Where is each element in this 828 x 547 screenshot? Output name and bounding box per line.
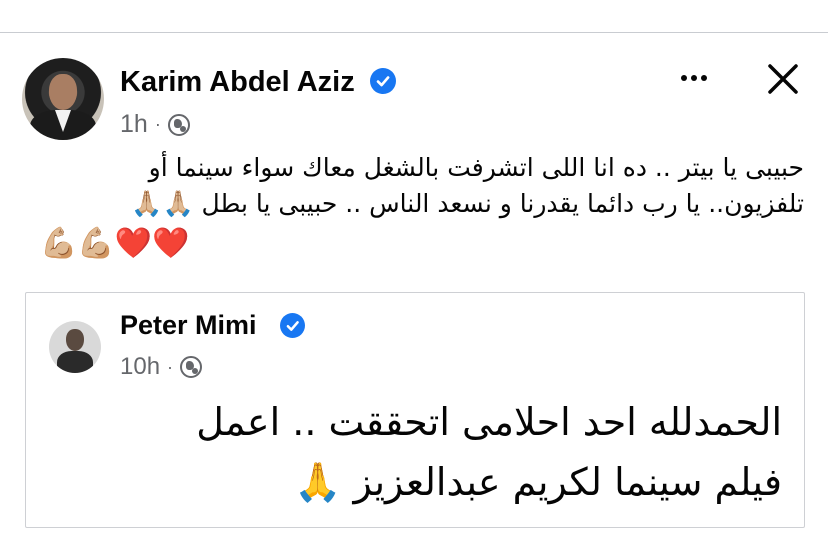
close-icon[interactable] xyxy=(764,60,802,98)
more-options-icon[interactable] xyxy=(676,62,712,94)
shared-text-line: الحمدلله احد احلامى اتحققت .. اعمل xyxy=(196,400,782,444)
avatar-face-shape xyxy=(49,74,77,110)
post-text: حبيبى يا بيتر .. ده انا اللى اتشرفت بالش… xyxy=(40,150,804,222)
post-text-line: حبيبى يا بيتر .. ده انا اللى اتشرفت بالش… xyxy=(148,153,804,182)
meta-separator: · xyxy=(167,356,174,377)
globe-icon[interactable] xyxy=(180,356,203,378)
more-dot xyxy=(681,75,687,81)
more-dot xyxy=(701,75,707,81)
top-separator-bar xyxy=(0,0,828,33)
post-text-line: تلفزيون.. يا رب دائما يقدرنا و نسعد النا… xyxy=(131,189,804,218)
meta-separator: · xyxy=(154,114,161,134)
shared-post-meta: 10h · xyxy=(120,353,203,381)
shared-author-avatar[interactable] xyxy=(49,321,101,373)
verified-badge-icon xyxy=(370,68,396,94)
shared-author-name[interactable]: Peter Mimi xyxy=(120,310,257,341)
post-timestamp[interactable]: 1h xyxy=(120,110,148,139)
verified-badge-icon xyxy=(280,313,305,338)
more-dot xyxy=(691,75,697,81)
author-avatar[interactable] xyxy=(22,58,104,140)
post-meta: 1h · xyxy=(120,110,190,139)
shared-post-text: الحمدلله احد احلامى اتحققت .. اعمل فيلم … xyxy=(40,392,782,512)
avatar-face-shape xyxy=(66,329,84,351)
author-name[interactable]: Karim Abdel Aziz xyxy=(120,66,355,99)
shared-text-line: فيلم سينما لكريم عبدالعزيز 🙏 xyxy=(294,460,782,504)
shared-post-timestamp[interactable]: 10h xyxy=(120,353,160,381)
avatar-body-shape xyxy=(57,351,93,373)
post-emoji-line: ❤️❤️💪🏼💪🏼 xyxy=(40,227,190,260)
globe-icon[interactable] xyxy=(167,113,190,136)
